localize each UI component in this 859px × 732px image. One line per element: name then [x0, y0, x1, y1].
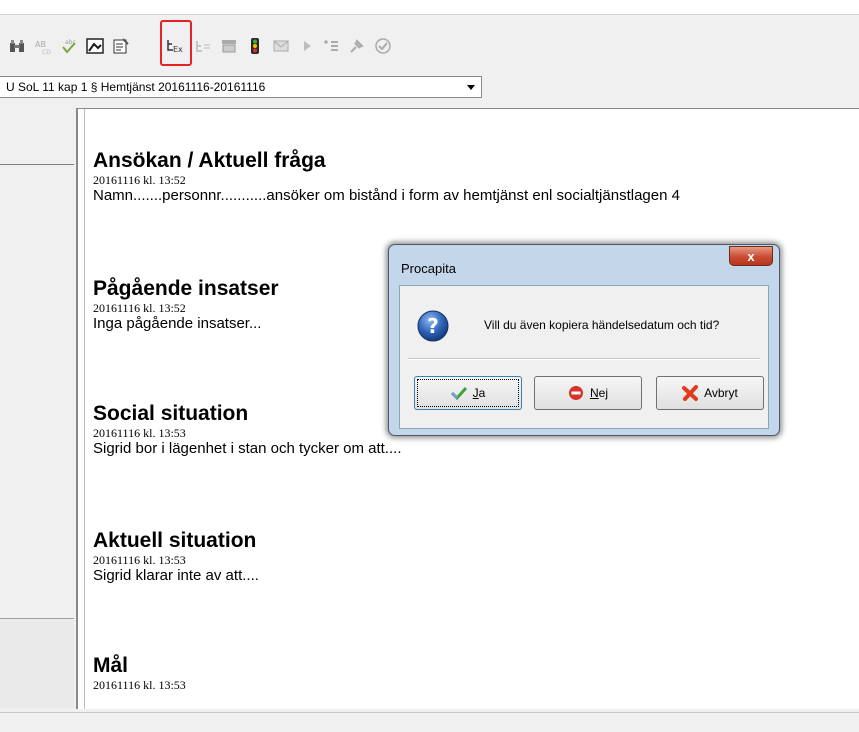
- check-circle-icon[interactable]: [374, 37, 392, 55]
- dialog-message: Vill du även kopiera händelsedatum och t…: [484, 318, 720, 332]
- left-pane-bottom: [0, 618, 74, 708]
- section-heading: Mål: [93, 654, 129, 677]
- svg-text:?: ?: [427, 314, 439, 338]
- binoculars-icon[interactable]: [8, 37, 26, 55]
- traffic-light-icon[interactable]: [246, 37, 264, 55]
- highlight-annotation: [160, 20, 192, 66]
- dialog-body: ? Vill du även kopiera händelsedatum och…: [399, 285, 769, 429]
- cancel-label: Avbryt: [704, 386, 738, 400]
- left-pane-divider: [0, 164, 74, 165]
- yes-label-rest: a: [478, 386, 486, 400]
- yes-button[interactable]: Ja: [414, 376, 522, 410]
- section-mal: Mål 20161116 kl. 13:53: [93, 654, 186, 692]
- section-heading: Aktuell situation: [93, 529, 257, 552]
- svg-text:AB: AB: [35, 40, 46, 49]
- section-timestamp: 20161116 kl. 13:53: [93, 426, 186, 440]
- chevron-down-icon[interactable]: [467, 85, 475, 90]
- section-heading: Social situation: [93, 402, 249, 425]
- confirm-dialog: Procapita x ? Vill du även kopiera hände…: [388, 244, 780, 436]
- spellcheck-ab-icon[interactable]: AB CD: [34, 37, 52, 55]
- svg-text:CD: CD: [42, 49, 51, 55]
- section-body[interactable]: Inga pågående insatser...: [93, 315, 279, 333]
- section-body[interactable]: Sigrid bor i lägenhet i stan och tycker …: [93, 440, 401, 458]
- section-aktuell-situation: Aktuell situation 20161116 kl. 13:53 Sig…: [93, 529, 259, 585]
- no-button[interactable]: Nej: [534, 376, 642, 410]
- cancel-button[interactable]: Avbryt: [656, 376, 764, 410]
- case-select[interactable]: U SoL 11 kap 1 § Hemtjänst 20161116-2016…: [0, 76, 482, 98]
- insert-list-icon[interactable]: [322, 37, 340, 55]
- section-pagaende-insatser: Pågående insatser 20161116 kl. 13:52 Ing…: [93, 277, 279, 333]
- abc-check-icon[interactable]: abc: [60, 37, 78, 55]
- pin-icon[interactable]: [348, 37, 366, 55]
- close-button[interactable]: x: [729, 246, 773, 266]
- section-heading: Pågående insatser: [93, 277, 279, 300]
- section-body[interactable]: Sigrid klarar inte av att....: [93, 567, 259, 585]
- no-mnemonic: N: [589, 386, 599, 400]
- section-heading: Ansökan / Aktuell fråga: [93, 149, 326, 172]
- red-x-icon: [682, 385, 699, 401]
- no-label-rest: ej: [598, 386, 608, 400]
- case-select-value: U SoL 11 kap 1 § Hemtjänst 20161116-2016…: [6, 80, 266, 94]
- toolbar: AB CD abc Ex: [0, 14, 859, 71]
- section-body[interactable]: Namn.......personnr...........ansöker om…: [93, 187, 680, 205]
- left-pane-divider-bottom: [0, 618, 74, 619]
- properties-icon[interactable]: [112, 37, 130, 55]
- play-icon[interactable]: [298, 37, 316, 55]
- section-ansokan: Ansökan / Aktuell fråga 20161116 kl. 13:…: [93, 149, 680, 205]
- stop-icon: [568, 386, 583, 400]
- template-icon[interactable]: [220, 37, 238, 55]
- dialog-title: Procapita: [401, 261, 456, 276]
- status-bar: [0, 712, 859, 732]
- section-social-situation: Social situation 20161116 kl. 13:53 Sigr…: [93, 402, 401, 458]
- section-timestamp: 20161116 kl. 13:52: [93, 173, 186, 187]
- checkmark-icon: [450, 386, 467, 401]
- section-timestamp: 20161116 kl. 13:53: [93, 678, 186, 692]
- question-icon: ?: [417, 310, 449, 342]
- window-top-strip: [0, 0, 859, 14]
- close-icon: x: [747, 248, 755, 264]
- section-timestamp: 20161116 kl. 13:53: [93, 553, 186, 567]
- mail-icon[interactable]: [272, 37, 290, 55]
- dialog-divider: [408, 358, 760, 360]
- section-timestamp: 20161116 kl. 13:52: [93, 301, 186, 315]
- paste-icon[interactable]: [194, 37, 212, 55]
- picture-icon[interactable]: [86, 37, 104, 55]
